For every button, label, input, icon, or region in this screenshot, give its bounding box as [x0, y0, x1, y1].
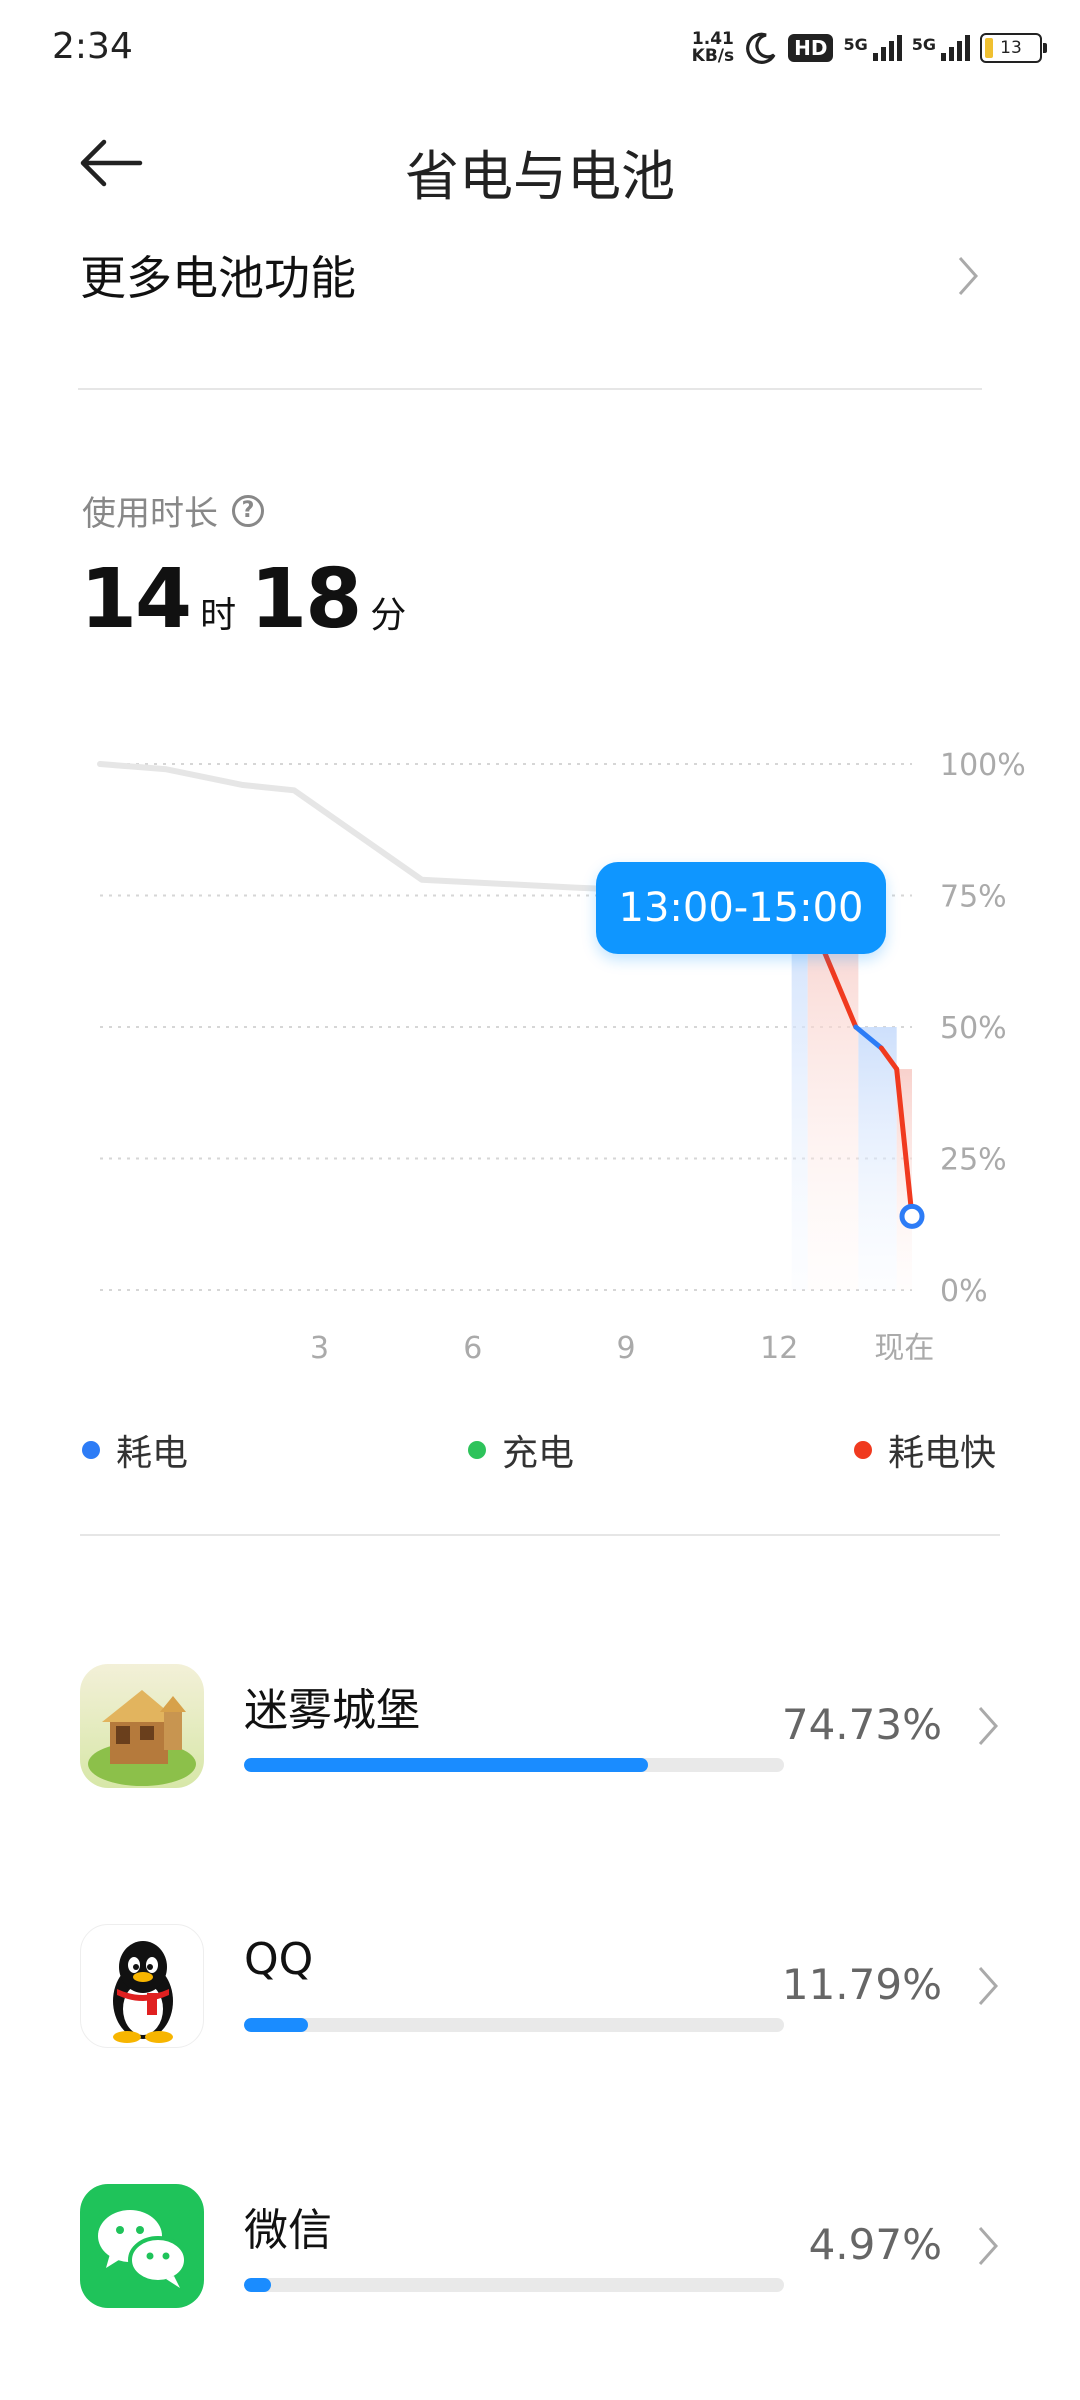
page-title: 省电与电池 [405, 145, 675, 208]
legend-dot [468, 1441, 486, 1459]
battery-icon: 13 [980, 33, 1047, 63]
network-speed: 1.41 KB/s [692, 31, 734, 65]
usage-duration-value: 14 时 18 分 [80, 552, 420, 647]
usage-progress-bar [244, 2278, 784, 2292]
battery-level: 13 [1000, 38, 1022, 58]
x-tick-label: 9 [616, 1331, 635, 1360]
legend-dot [854, 1441, 872, 1459]
legend-label: 耗电 [116, 1433, 189, 1474]
app-usage-row[interactable]: 微信 4.97% [80, 2184, 1000, 2308]
hours-unit: 时 [200, 595, 237, 636]
more-battery-features-label: 更多电池功能 [80, 251, 356, 305]
legend-item-charging: 充电 [468, 1424, 574, 1476]
selected-range-tooltip: 13:00-15:00 [596, 862, 886, 954]
status-time: 2:34 [52, 26, 133, 67]
x-tick-label: 3 [310, 1331, 329, 1360]
usage-minutes: 18 [250, 552, 362, 647]
app-usage-percent: 4.97% [808, 2220, 942, 2269]
app-name: QQ [244, 1934, 314, 1985]
app-usage-row[interactable]: 迷雾城堡 74.73% [80, 1664, 1000, 1788]
chevron-right-icon [978, 1967, 999, 2005]
more-battery-features-row[interactable]: 更多电池功能 [0, 232, 1080, 322]
battery-level-chart[interactable]: 100% 75% 50% 25% 0% 3 6 9 12 现在 [0, 700, 1080, 1360]
range-band-blue [791, 900, 808, 1290]
signal-sim1-icon: 5G [843, 35, 902, 61]
divider [80, 1534, 1000, 1536]
legend-label: 充电 [502, 1433, 575, 1474]
x-tick-label: 现在 [874, 1331, 934, 1360]
castle-app-icon [80, 1664, 204, 1788]
range-band-red [807, 900, 859, 1290]
chevron-right-icon [958, 257, 979, 295]
status-icons: 1.41 KB/s HD 5G 5G 13 [692, 26, 1047, 70]
app-name: 迷雾城堡 [244, 1685, 420, 1736]
legend-item-fast-drain: 耗电快 [854, 1424, 996, 1476]
sim1-label: 5G [843, 35, 868, 54]
y-tick-label: 75% [940, 880, 1007, 915]
usage-progress-fill [244, 1758, 648, 1772]
usage-progress-bar [244, 1758, 784, 1772]
usage-progress-fill [244, 2278, 271, 2292]
wechat-icon [80, 2184, 204, 2308]
app-usage-percent: 11.79% [781, 1960, 942, 2009]
sim2-label: 5G [911, 35, 936, 54]
current-level-marker [899, 1203, 925, 1229]
app-name: 微信 [244, 2205, 332, 2256]
chevron-right-icon [978, 1707, 999, 1745]
x-tick-label: 12 [760, 1331, 798, 1360]
help-icon[interactable]: ? [232, 494, 264, 527]
usage-duration-label: 使用时长 [82, 494, 218, 534]
minutes-unit: 分 [370, 595, 407, 636]
x-tick-label: 6 [463, 1331, 482, 1360]
app-usage-percent: 74.73% [781, 1700, 942, 1749]
usage-progress-bar [244, 2018, 784, 2032]
y-tick-label: 0% [940, 1274, 988, 1309]
signal-sim2-icon: 5G [912, 35, 970, 61]
usage-duration-label-row: 使用时长 ? [82, 486, 264, 535]
legend-label: 耗电快 [888, 1433, 997, 1474]
usage-hours: 14 [80, 552, 192, 647]
y-tick-label: 100% [940, 748, 1026, 783]
hd-voice-icon: HD [788, 34, 834, 62]
y-tick-label: 50% [940, 1011, 1007, 1046]
selected-range-label: 13:00-15:00 [618, 885, 864, 931]
legend-dot [82, 1441, 100, 1459]
usage-progress-fill [244, 2018, 308, 2032]
qq-penguin-icon [80, 1924, 204, 2048]
legend-item-consumption: 耗电 [82, 1424, 188, 1476]
net-speed-unit: KB/s [691, 46, 735, 66]
y-tick-label: 25% [940, 1143, 1007, 1178]
divider [78, 388, 982, 390]
moon-icon [746, 32, 776, 64]
chevron-right-icon [978, 2227, 999, 2265]
app-usage-row[interactable]: QQ 11.79% [80, 1924, 1000, 2048]
range-band-blue [858, 1027, 897, 1290]
